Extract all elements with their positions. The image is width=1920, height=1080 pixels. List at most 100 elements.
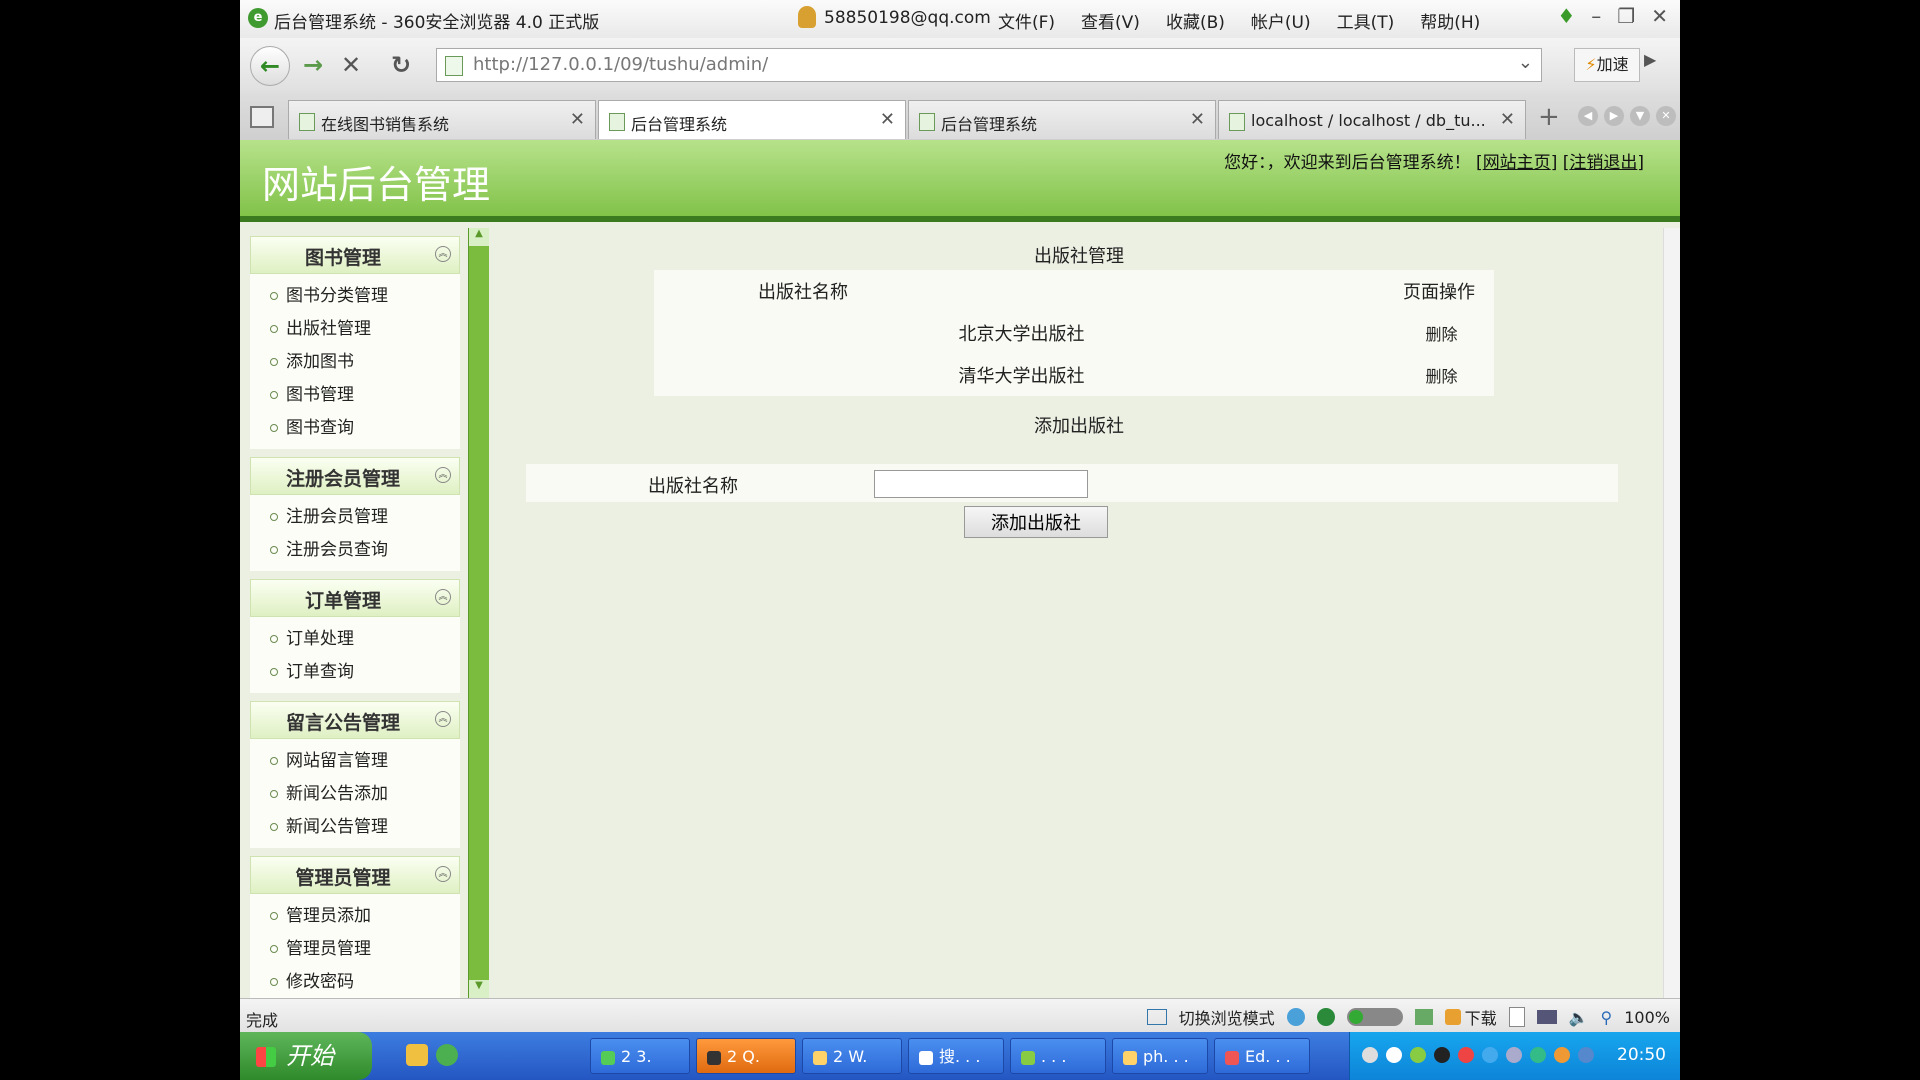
scroll-up-icon[interactable]: ▲ xyxy=(469,228,489,246)
tab-close-all-icon[interactable]: ✕ xyxy=(1656,106,1676,126)
volume-icon[interactable]: 🔈 xyxy=(1569,1008,1589,1027)
taskbar-item-explorer[interactable]: 2 W. xyxy=(802,1038,902,1074)
section-header[interactable]: 图书管理 ︽ xyxy=(250,236,460,274)
publisher-name-input[interactable] xyxy=(874,470,1088,498)
stop-icon[interactable]: ✕ xyxy=(332,46,370,84)
sidebar-item-book-category[interactable]: 图书分类管理 xyxy=(250,280,460,313)
menu-account[interactable]: 帐户(U) xyxy=(1251,8,1311,33)
collapse-icon[interactable]: ︽ xyxy=(435,711,451,727)
sidebar-item-member-search[interactable]: 注册会员查询 xyxy=(250,534,460,567)
ie-icon[interactable] xyxy=(1286,1008,1305,1026)
sidebar-item-book-search[interactable]: 图书查询 xyxy=(250,412,460,445)
tray-monitor-icon[interactable] xyxy=(1506,1047,1522,1063)
menu-tools[interactable]: 工具(T) xyxy=(1337,8,1395,33)
sidebar-item-news-manage[interactable]: 新闻公告管理 xyxy=(250,811,460,844)
tray-app-icon[interactable] xyxy=(1410,1047,1426,1063)
screen-icon[interactable] xyxy=(1536,1010,1557,1024)
tray-shield-icon[interactable] xyxy=(1554,1047,1570,1063)
tray-qq2-icon[interactable] xyxy=(1458,1047,1474,1063)
tray-qq-icon[interactable] xyxy=(1434,1047,1450,1063)
sidebar-item-member-manage[interactable]: 注册会员管理 xyxy=(250,501,460,534)
tray-moon-icon[interactable] xyxy=(1578,1047,1594,1063)
forward-arrow-icon[interactable]: → xyxy=(294,46,332,84)
section-header[interactable]: 留言公告管理 ︽ xyxy=(250,701,460,739)
speed-up-button[interactable]: ⚡加速 xyxy=(1574,48,1640,82)
sidebar-item-admin-add[interactable]: 管理员添加 xyxy=(250,900,460,933)
tab-online-bookstore[interactable]: 在线图书销售系统 ✕ xyxy=(288,100,596,139)
section-header[interactable]: 管理员管理 ︽ xyxy=(250,856,460,894)
logout-link[interactable]: 注销退出 xyxy=(1569,153,1637,173)
start-button[interactable]: 开始 xyxy=(240,1032,372,1080)
tab-close-icon[interactable]: ✕ xyxy=(570,109,585,130)
menu-file[interactable]: 文件(F) xyxy=(998,8,1055,33)
taskbar-item-search[interactable]: 搜. . . xyxy=(908,1038,1004,1074)
minimize-icon[interactable]: – xyxy=(1591,4,1601,28)
taskbar-item-php[interactable]: ph. . . xyxy=(1112,1038,1208,1074)
chevron-down-icon[interactable]: ⌄ xyxy=(1518,52,1533,73)
collapse-icon[interactable]: ︽ xyxy=(435,467,451,483)
skin-icon[interactable]: ♦ xyxy=(1557,4,1575,28)
zoom-icon[interactable]: ⚲ xyxy=(1601,1008,1613,1027)
download-button[interactable]: 下载 xyxy=(1444,1005,1497,1029)
add-publisher-button[interactable]: 添加出版社 xyxy=(964,506,1108,538)
taskbar-item-qq[interactable]: 2 Q. xyxy=(696,1038,796,1074)
restore-icon[interactable]: ❐ xyxy=(1617,4,1635,28)
address-bar[interactable]: http://127.0.0.1/09/tushu/admin/ ⌄ xyxy=(436,48,1542,82)
tab-close-icon[interactable]: ✕ xyxy=(1500,109,1515,130)
new-tab-plus-icon[interactable]: + xyxy=(1538,102,1560,132)
tab-admin-system-active[interactable]: 后台管理系统 ✕ xyxy=(598,100,906,139)
folder-icon[interactable] xyxy=(406,1044,428,1066)
section-header[interactable]: 订单管理 ︽ xyxy=(250,579,460,617)
user-icon[interactable] xyxy=(798,6,816,28)
address-url[interactable]: http://127.0.0.1/09/tushu/admin/ xyxy=(473,54,768,75)
tray-network-icon[interactable] xyxy=(1362,1047,1378,1063)
tab-scroll-left-icon[interactable]: ◀ xyxy=(1578,106,1598,126)
section-header[interactable]: 注册会员管理 ︽ xyxy=(250,457,460,495)
tray-cloud-icon[interactable] xyxy=(1386,1047,1402,1063)
sidebar-item-message-manage[interactable]: 网站留言管理 xyxy=(250,745,460,778)
tab-list-icon[interactable]: ▼ xyxy=(1630,106,1650,126)
menu-favorites[interactable]: 收藏(B) xyxy=(1166,8,1225,33)
zoom-level[interactable]: 100% xyxy=(1624,1008,1670,1027)
sidebar-item-add-book[interactable]: 添加图书 xyxy=(250,346,460,379)
taskbar-item-browser[interactable]: 2 3. xyxy=(590,1038,690,1074)
switch-browse-mode[interactable]: 切换浏览模式 xyxy=(1179,1005,1275,1029)
tray-ie-icon[interactable] xyxy=(1482,1047,1498,1063)
sidebar-item-admin-manage[interactable]: 管理员管理 xyxy=(250,933,460,966)
tray-refresh-icon[interactable] xyxy=(1530,1047,1546,1063)
sidebar-scrollbar[interactable]: ▲ ▼ xyxy=(468,228,489,998)
tab-phpmyadmin[interactable]: localhost / localhost / db_tu... ✕ xyxy=(1218,100,1526,139)
home-link[interactable]: 网站主页 xyxy=(1483,153,1551,173)
toggle-switch[interactable] xyxy=(1346,1008,1403,1026)
globe-icon[interactable] xyxy=(1316,1008,1335,1026)
sidebar-item-order-search[interactable]: 订单查询 xyxy=(250,656,460,689)
tab-scroll-right-icon[interactable]: ▶ xyxy=(1604,106,1624,126)
taskbar-item-editor[interactable]: Ed. . . xyxy=(1214,1038,1310,1074)
close-icon[interactable]: ✕ xyxy=(1651,4,1668,28)
sidebar-item-change-password[interactable]: 修改密码 xyxy=(250,966,460,998)
play-arrow-icon[interactable]: ▶ xyxy=(1644,50,1656,69)
user-email[interactable]: 58850198@qq.com xyxy=(824,8,991,28)
tab-close-icon[interactable]: ✕ xyxy=(1190,109,1205,130)
sidebar-toggle-icon[interactable] xyxy=(250,106,274,128)
tab-close-icon[interactable]: ✕ xyxy=(880,109,895,130)
collapse-icon[interactable]: ︽ xyxy=(435,866,451,882)
scroll-down-icon[interactable]: ▼ xyxy=(469,980,489,998)
collapse-icon[interactable]: ︽ xyxy=(435,246,451,262)
delete-link[interactable]: 删除 xyxy=(1389,354,1494,396)
notes-icon[interactable] xyxy=(1508,1007,1525,1027)
sidebar-item-publisher[interactable]: 出版社管理 xyxy=(250,313,460,346)
taskbar-item-app[interactable]: . . . xyxy=(1010,1038,1106,1074)
menu-view[interactable]: 查看(V) xyxy=(1081,8,1140,33)
clock[interactable]: 20:50 xyxy=(1617,1045,1666,1065)
page-scrollbar[interactable] xyxy=(1663,228,1680,998)
sidebar-item-order-process[interactable]: 订单处理 xyxy=(250,623,460,656)
tab-admin-system[interactable]: 后台管理系统 ✕ xyxy=(908,100,1216,139)
menu-help[interactable]: 帮助(H) xyxy=(1420,8,1480,33)
extension-icon[interactable] xyxy=(1414,1009,1433,1025)
sidebar-item-book-manage[interactable]: 图书管理 xyxy=(250,379,460,412)
refresh-icon[interactable]: ↻ xyxy=(382,46,420,84)
back-arrow-icon[interactable]: ← xyxy=(250,46,290,86)
browser-icon[interactable] xyxy=(436,1044,458,1066)
delete-link[interactable]: 删除 xyxy=(1389,312,1494,354)
